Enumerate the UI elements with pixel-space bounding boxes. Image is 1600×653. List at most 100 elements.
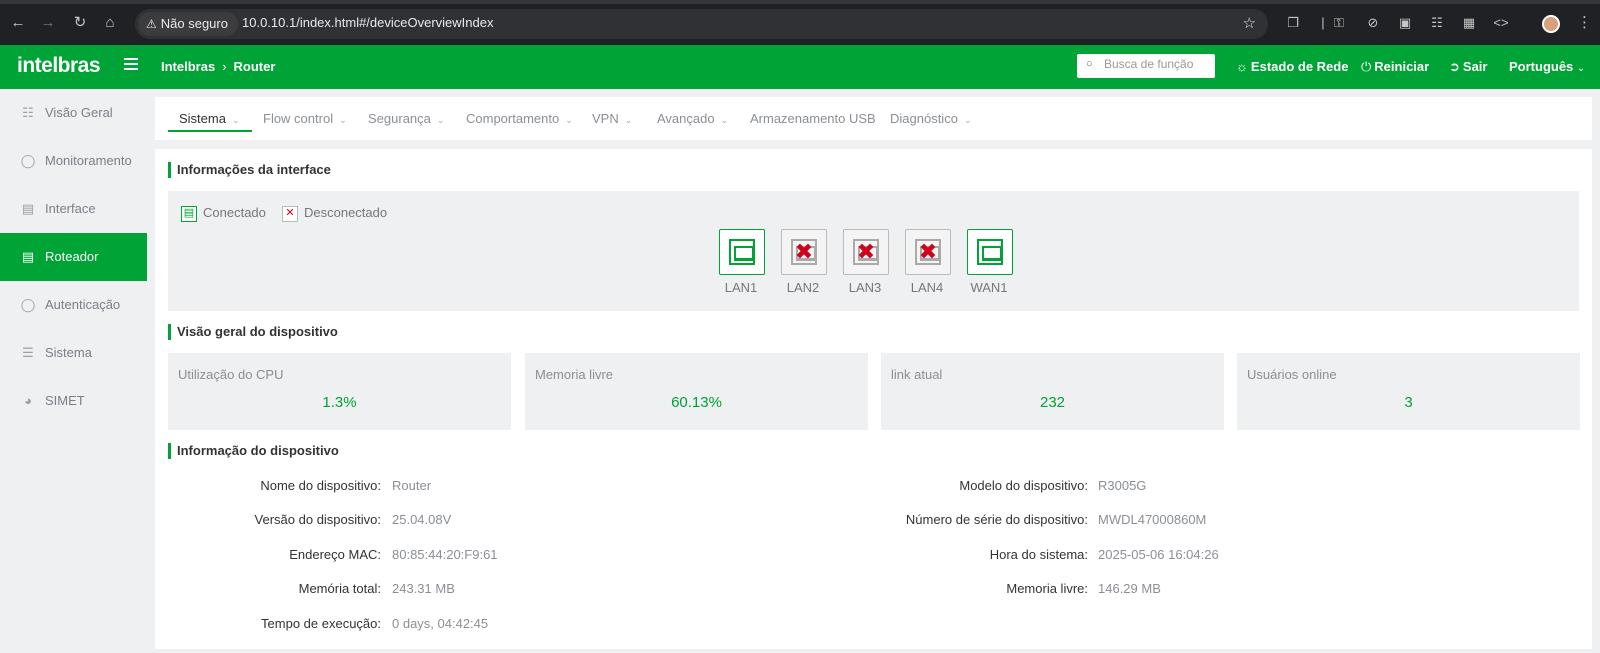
address-bar[interactable]: ⚠ Não seguro 10.0.10.1/index.html#/device… [135, 9, 1268, 39]
sidebar-item-autenticacao[interactable]: ◯ Autenticação [0, 281, 147, 329]
brand-logo: intelbras [17, 54, 101, 77]
sitemap-icon: ☷ [22, 105, 34, 120]
back-icon[interactable]: ← [8, 13, 28, 33]
security-label: Não seguro [160, 16, 228, 31]
uptime-label: Tempo de execução: [261, 616, 381, 631]
port-label: LAN4 [910, 280, 944, 295]
sidebar-item-sistema[interactable]: ☰ Sistema [0, 329, 147, 377]
port-lan2[interactable]: ✖ [781, 229, 827, 275]
profile-avatar[interactable] [1542, 15, 1560, 33]
browser-menu-icon[interactable]: ⋮ [1577, 13, 1592, 31]
warning-icon: ⚠ [146, 17, 157, 31]
power-icon: ⏻ [1361, 59, 1372, 74]
port-wan1[interactable] [967, 229, 1013, 275]
device-name-value: Router [392, 478, 432, 493]
sliders-icon: ☰ [22, 345, 34, 360]
mac-address-label: Endereço MAC: [289, 547, 381, 562]
sidebar-item-simet[interactable]: ◕ SIMET [0, 377, 147, 425]
serial-number-label: Número de série do dispositivo: [905, 512, 1088, 527]
tab-seguranca[interactable]: Segurança ⌄ [368, 111, 444, 126]
tab-comportamento[interactable]: Comportamento ⌄ [466, 111, 573, 126]
breadcrumb-item[interactable]: Intelbras [161, 59, 215, 74]
device-info-title: Informação do dispositivo [168, 443, 339, 459]
shield-icon: ◯ [20, 297, 36, 312]
device-model-value: R3005G [1098, 478, 1147, 493]
free-memory-value: 146.29 MB [1098, 581, 1161, 596]
port-label: LAN2 [786, 280, 820, 295]
translate-icon[interactable]: ☷ [1428, 14, 1446, 32]
breadcrumb-current: Router [233, 59, 276, 74]
interface-info-title: Informações da interface [168, 162, 331, 178]
search-icon: ○ [1086, 58, 1093, 70]
screenshot-icon[interactable]: ▣ [1396, 14, 1414, 32]
function-search-input[interactable] [1104, 57, 1209, 71]
device-model-label: Modelo do dispositivo: [959, 478, 1088, 493]
no-tracking-icon[interactable]: ⊘ [1364, 14, 1382, 32]
port-lan1[interactable] [719, 229, 765, 275]
key-icon[interactable]: ⚿ [1330, 14, 1348, 32]
port-lan3[interactable]: ✖ [843, 229, 889, 275]
sidebar: ☷ Visão Geral ◯ Monitoramento ▤ Interface ▤… [0, 89, 147, 653]
system-time-value: 2025-05-06 16:04:26 [1098, 547, 1219, 562]
speedometer-icon: ◕ [24, 393, 32, 408]
stat-cpu: Utilização do CPU 1.3% [168, 353, 511, 430]
serial-number-value: MWDL47000860M [1098, 512, 1207, 527]
sidebar-item-roteador[interactable]: ▤ Roteador [0, 233, 147, 281]
device-version-label: Versão do dispositivo: [254, 512, 381, 527]
browser-tab-strip [0, 0, 1600, 4]
port-label: WAN1 [970, 280, 1008, 295]
sidebar-item-interface[interactable]: ▤ Interface [0, 185, 147, 233]
security-chip[interactable]: ⚠ Não seguro [138, 12, 238, 36]
chevron-down-icon: ⌄ [624, 115, 633, 125]
restart-button[interactable]: ⏻ Reiniciar [1361, 59, 1429, 75]
language-select[interactable]: Português ⌄ [1509, 59, 1585, 74]
qr-code-icon[interactable]: ▦ [1460, 14, 1478, 32]
tab-sistema[interactable]: Sistema ⌄ [179, 111, 240, 126]
menu-toggle-icon[interactable] [124, 58, 138, 72]
network-port-icon: ▤ [21, 201, 35, 216]
sidebar-item-visao-geral[interactable]: ☷ Visão Geral [0, 89, 147, 137]
forward-icon[interactable]: → [38, 13, 58, 33]
browser-toolbar: ← → ↻ ⌂ ⚠ Não seguro 10.0.10.1/index.html… [0, 0, 1600, 45]
total-memory-label: Memória total: [298, 581, 381, 596]
tab-diagnostico[interactable]: Diagnóstico ⌄ [890, 111, 971, 126]
port-lan4[interactable]: ✖ [905, 229, 951, 275]
sidebar-item-monitoramento[interactable]: ◯ Monitoramento [0, 137, 147, 185]
chevron-down-icon: ⌄ [565, 115, 573, 125]
code-icon[interactable]: <> [1492, 14, 1510, 32]
logout-icon: ➲ [1449, 59, 1460, 74]
extensions-icon[interactable]: ❐ [1284, 14, 1302, 32]
network-status-button[interactable]: ☼ Estado de Rede [1236, 59, 1348, 74]
connected-port-icon: ▤ [181, 205, 197, 222]
device-version-value: 25.04.08V [392, 512, 452, 527]
disconnected-x-icon: ✕ [282, 205, 298, 222]
tab-armazenamento-usb[interactable]: Armazenamento USB [750, 111, 876, 126]
logout-button[interactable]: ➲ Sair [1449, 59, 1487, 75]
chevron-down-icon: ⌄ [1576, 63, 1586, 74]
port-label: LAN1 [724, 280, 758, 295]
active-tab-indicator [168, 130, 252, 132]
free-memory-label: Memoria livre: [1006, 581, 1088, 596]
device-overview-title: Visão geral do dispositivo [168, 324, 338, 340]
chevron-down-icon: ⌄ [436, 115, 445, 125]
legend-disconnected: ✕ Desconectado [282, 205, 387, 222]
url-text[interactable]: 10.0.10.1/index.html#/deviceOverviewInde… [242, 15, 493, 30]
user-circle-icon: ◯ [20, 153, 36, 168]
tab-flow-control[interactable]: Flow control ⌄ [263, 111, 347, 126]
function-search[interactable]: ○ [1077, 54, 1215, 78]
tab-vpn[interactable]: VPN ⌄ [592, 111, 632, 126]
ethernet-port-icon [977, 239, 1003, 265]
chevron-down-icon: ⌄ [720, 115, 729, 125]
mac-address-value: 80:85:44:20:F9:61 [392, 547, 498, 562]
home-icon[interactable]: ⌂ [100, 13, 120, 33]
legend-connected: ▤ Conectado [181, 205, 266, 222]
bookmark-star-icon[interactable]: ☆ [1243, 14, 1256, 32]
router-icon: ▤ [21, 249, 35, 264]
chevron-down-icon: ⌄ [963, 115, 972, 125]
tab-avancado[interactable]: Avançado ⌄ [657, 111, 728, 126]
stat-current-link: link atual 232 [881, 353, 1224, 430]
ethernet-port-icon [729, 239, 755, 265]
app-header: intelbras Intelbras › Router ○ ☼Estado de … [0, 45, 1600, 89]
reload-icon[interactable]: ↻ [70, 13, 90, 33]
chevron-down-icon: ⌄ [339, 115, 347, 125]
